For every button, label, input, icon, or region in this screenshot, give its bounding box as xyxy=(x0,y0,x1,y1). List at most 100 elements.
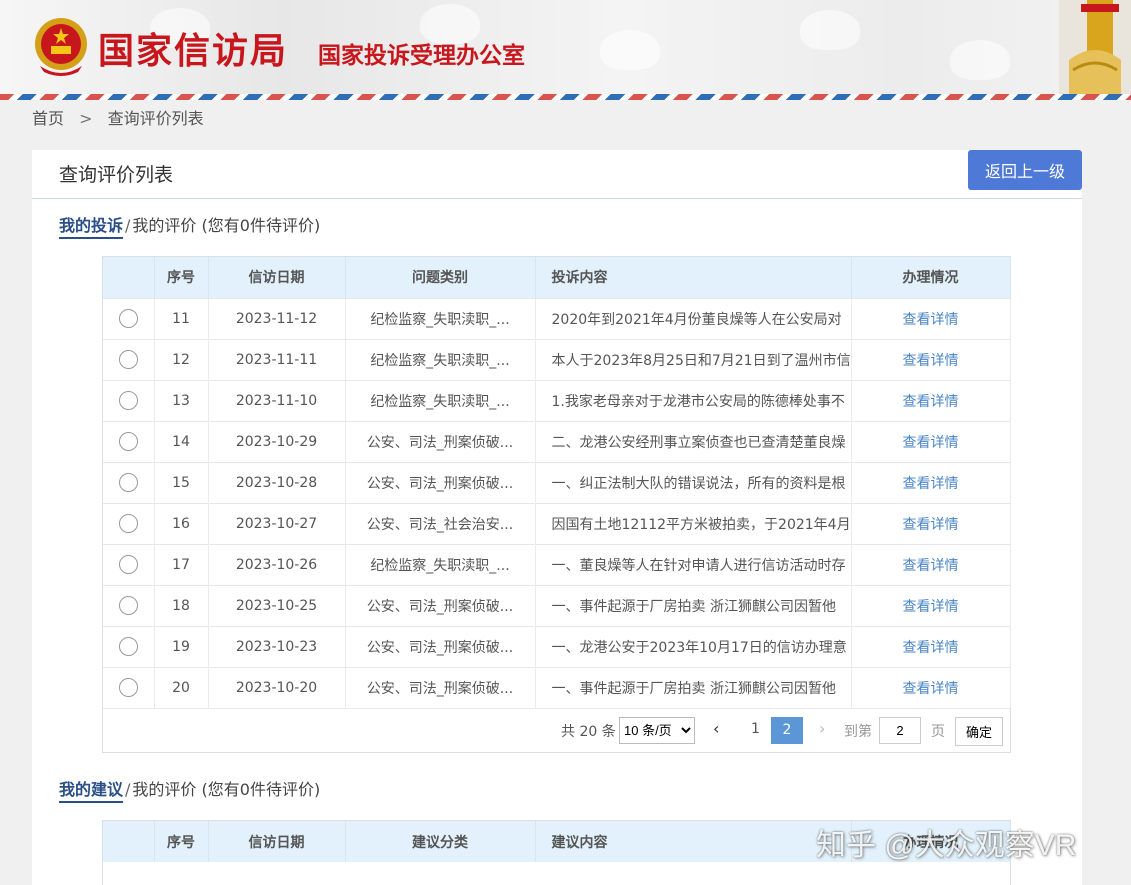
view-details-link[interactable]: 查看详情 xyxy=(903,640,959,656)
breadcrumb: 首页 > 查询评价列表 xyxy=(32,105,214,129)
row-date: 2023-10-27 xyxy=(208,502,346,544)
breadcrumb-separator: > xyxy=(79,109,93,128)
suggestions-tabs: 我的建议 / 我的评价 (您有0件待评价) xyxy=(59,776,320,803)
table-row: 12 2023-11-11 纪检监察_失职渎职_... 本人于2023年8月25日和7… xyxy=(103,338,1011,380)
row-status-cell: 查看详情 xyxy=(851,543,1011,585)
row-select-cell xyxy=(103,420,155,462)
row-date: 2023-10-28 xyxy=(208,461,346,503)
row-content: 本人于2023年8月25日和7月21日到了温州市信 xyxy=(535,338,852,380)
row-select-cell xyxy=(103,297,155,339)
header-suggestion-category: 建议分类 xyxy=(345,821,536,862)
row-category: 公安、司法_刑案侦破... xyxy=(345,584,536,626)
row-status-cell: 查看详情 xyxy=(851,338,1011,380)
header-content: 投诉内容 xyxy=(535,257,852,298)
view-details-link[interactable]: 查看详情 xyxy=(903,476,959,492)
row-content: 一、纠正法制大队的错误说法，所有的资料是根 xyxy=(535,461,852,503)
row-radio-button[interactable] xyxy=(118,555,138,574)
header-no: 序号 xyxy=(154,821,209,862)
row-content: 2020年到2021年4月份董良燥等人在公安局对 xyxy=(535,297,852,339)
row-content: 一、事件起源于厂房拍卖 浙江狮麒公司因暂他 xyxy=(535,666,852,708)
row-radio-button[interactable] xyxy=(118,514,138,533)
header-select xyxy=(103,821,155,862)
card-divider xyxy=(32,198,1082,199)
site-header: 国家信访局 国家投诉受理办公室 xyxy=(0,0,1131,96)
row-radio-button[interactable] xyxy=(118,350,138,369)
back-button[interactable]: 返回上一级 xyxy=(968,150,1082,190)
confirm-button[interactable]: 确定 xyxy=(955,717,1003,746)
row-radio-button[interactable] xyxy=(118,637,138,656)
row-content: 一、事件起源于厂房拍卖 浙江狮麒公司因暂他 xyxy=(535,584,852,626)
row-category: 公安、司法_刑案侦破... xyxy=(345,625,536,667)
tab-separator: / xyxy=(125,216,131,235)
row-category: 纪检监察_失职渎职_... xyxy=(345,338,536,380)
view-details-link[interactable]: 查看详情 xyxy=(903,599,959,615)
tab-my-complaints[interactable]: 我的投诉 xyxy=(59,216,124,239)
row-select-cell xyxy=(103,502,155,544)
row-select-cell xyxy=(103,543,155,585)
page-2-button[interactable]: 2 xyxy=(771,717,803,744)
table-row: 17 2023-10-26 纪检监察_失职渎职_... 一、董良燥等人在针对申请人进行… xyxy=(103,543,1011,585)
row-category: 公安、司法_刑案侦破... xyxy=(345,666,536,708)
table-row: 16 2023-10-27 公安、司法_社会治安... 因国有土地12112平方米被拍… xyxy=(103,502,1011,544)
view-details-link[interactable]: 查看详情 xyxy=(903,353,959,369)
row-date: 2023-10-29 xyxy=(208,420,346,462)
site-subtitle: 国家投诉受理办公室 xyxy=(318,42,525,69)
row-radio-button[interactable] xyxy=(118,391,138,410)
table-row: 14 2023-10-29 公安、司法_刑案侦破... 二、龙港公安经刑事立案侦查也已… xyxy=(103,420,1011,462)
header-status: 办理情况 xyxy=(851,257,1011,298)
table-row: 11 2023-11-12 纪检监察_失职渎职_... 2020年到2021年4月份董… xyxy=(103,297,1011,339)
view-details-link[interactable]: 查看详情 xyxy=(903,558,959,574)
row-no: 19 xyxy=(154,625,209,667)
next-page-button[interactable]: › xyxy=(819,719,825,738)
row-status-cell: 查看详情 xyxy=(851,502,1011,544)
row-status-cell: 查看详情 xyxy=(851,379,1011,421)
main-card: 查询评价列表 返回上一级 我的投诉 / 我的评价 (您有0件待评价) 序号 信访日期… xyxy=(32,150,1082,885)
row-content: 一、董良燥等人在针对申请人进行信访活动时存 xyxy=(535,543,852,585)
row-status-cell: 查看详情 xyxy=(851,625,1011,667)
row-radio-button[interactable] xyxy=(118,309,138,328)
row-date: 2023-11-12 xyxy=(208,297,346,339)
prev-page-button[interactable]: ‹ xyxy=(713,719,719,738)
table-header-row: 序号 信访日期 问题类别 投诉内容 办理情况 xyxy=(103,257,1011,298)
complaints-tabs: 我的投诉 / 我的评价 (您有0件待评价) xyxy=(59,212,321,239)
header-suggestion-content: 建议内容 xyxy=(535,821,852,862)
view-details-link[interactable]: 查看详情 xyxy=(903,681,959,697)
row-radio-button[interactable] xyxy=(118,432,138,451)
row-content: 因国有土地12112平方米被拍卖，于2021年4月 xyxy=(535,502,852,544)
row-select-cell xyxy=(103,461,155,503)
row-select-cell xyxy=(103,379,155,421)
tab-my-evaluations[interactable]: 我的评价 xyxy=(132,216,196,235)
page-1-button[interactable]: 1 xyxy=(751,721,760,737)
tab-my-evaluations-2[interactable]: 我的评价 xyxy=(132,780,196,799)
row-radio-button[interactable] xyxy=(118,473,138,492)
goto-page-input[interactable] xyxy=(879,717,921,744)
header-date: 信访日期 xyxy=(208,257,346,298)
huabiao-pillar-icon xyxy=(1059,0,1131,96)
row-category: 公安、司法_刑案侦破... xyxy=(345,461,536,503)
view-details-link[interactable]: 查看详情 xyxy=(903,517,959,533)
view-details-link[interactable]: 查看详情 xyxy=(903,435,959,451)
page-unit-label: 页 xyxy=(931,724,945,740)
tab-my-suggestions[interactable]: 我的建议 xyxy=(59,780,124,803)
table-row: 15 2023-10-28 公安、司法_刑案侦破... 一、纠正法制大队的错误说法，所… xyxy=(103,461,1011,503)
row-no: 18 xyxy=(154,584,209,626)
row-radio-button[interactable] xyxy=(118,678,138,698)
row-status-cell: 查看详情 xyxy=(851,584,1011,626)
header-date: 信访日期 xyxy=(208,821,346,862)
row-date: 2023-10-25 xyxy=(208,584,346,626)
row-date: 2023-10-26 xyxy=(208,543,346,585)
row-radio-button[interactable] xyxy=(118,596,138,615)
row-no: 16 xyxy=(154,502,209,544)
breadcrumb-home[interactable]: 首页 xyxy=(32,109,64,128)
view-details-link[interactable]: 查看详情 xyxy=(903,312,959,328)
pending-evaluation-count: (您有0件待评价) xyxy=(201,216,321,235)
table-row: 19 2023-10-23 公安、司法_刑案侦破... 一、龙港公安于2023年10月… xyxy=(103,625,1011,667)
row-category: 公安、司法_刑案侦破... xyxy=(345,420,536,462)
row-no: 15 xyxy=(154,461,209,503)
row-status-cell: 查看详情 xyxy=(851,420,1011,462)
row-select-cell xyxy=(103,666,155,708)
row-category: 纪检监察_失职渎职_... xyxy=(345,297,536,339)
view-details-link[interactable]: 查看详情 xyxy=(903,394,959,410)
row-date: 2023-10-20 xyxy=(208,666,346,708)
page-size-select[interactable]: 10 条/页 xyxy=(619,717,695,744)
